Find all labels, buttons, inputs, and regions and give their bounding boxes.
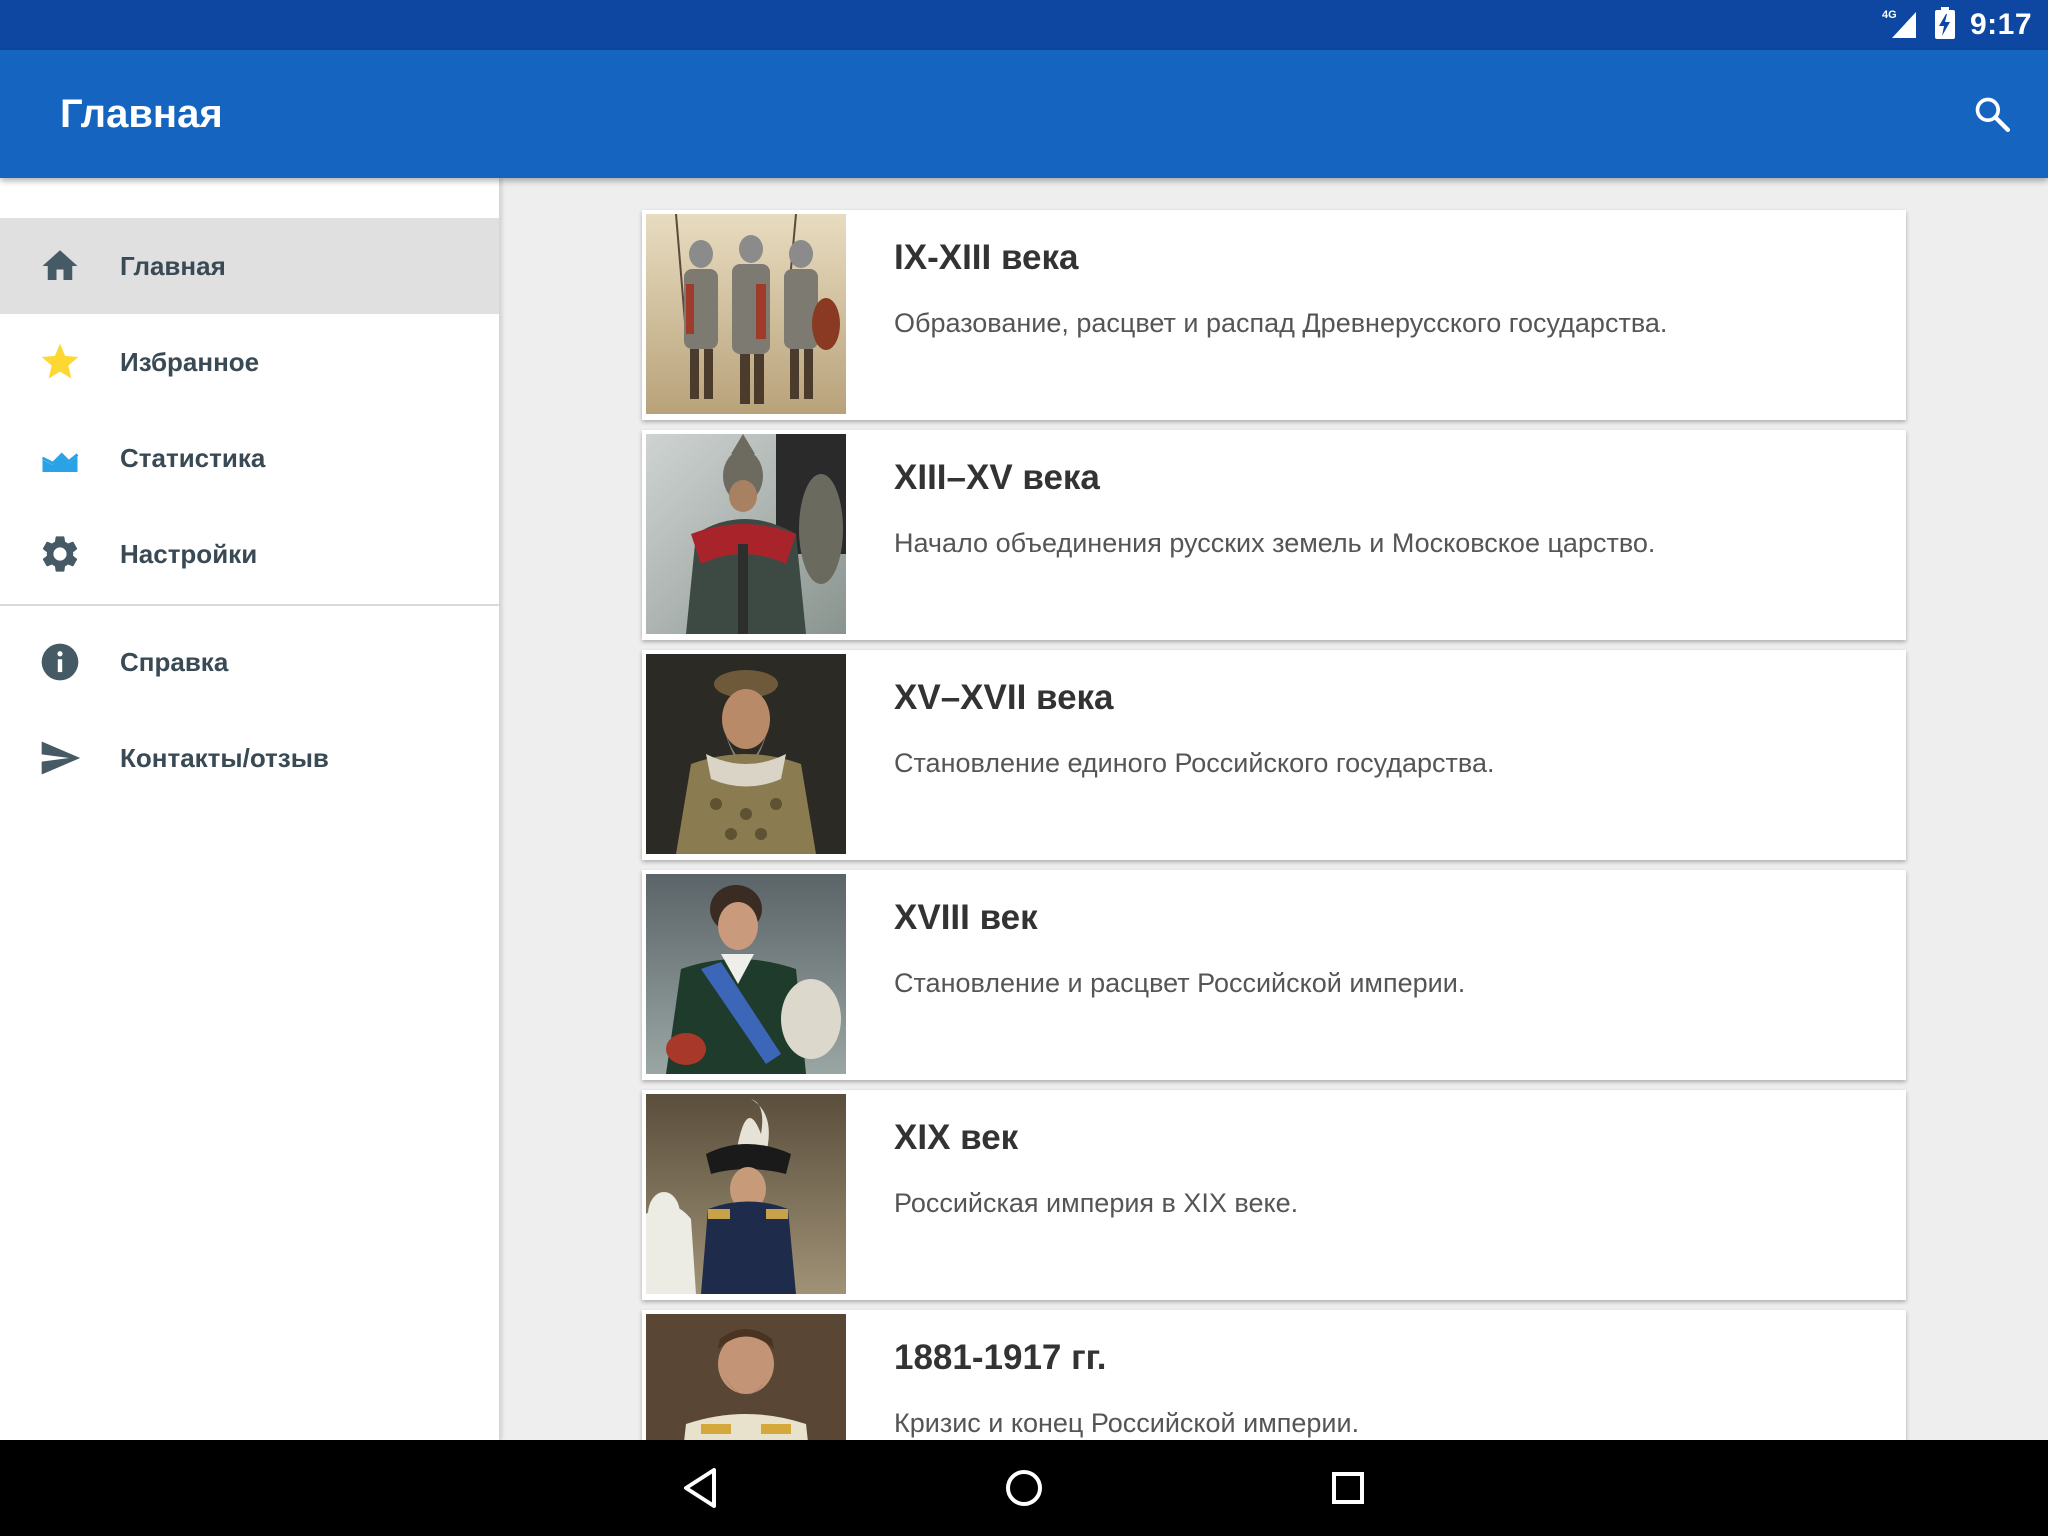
period-thumbnail-knight xyxy=(646,434,846,634)
drawer-item-help[interactable]: Справка xyxy=(0,614,499,710)
drawer-divider xyxy=(0,604,499,606)
period-description: Становление и расцвет Российской империи… xyxy=(894,968,1466,998)
period-card[interactable]: XVIII век Становление и расцвет Российск… xyxy=(642,870,1906,1080)
status-bar: 4G 9:17 xyxy=(0,0,2048,50)
home-icon xyxy=(30,236,90,296)
period-title: XIII–XV века xyxy=(894,458,1100,497)
page-title: Главная xyxy=(60,92,223,136)
period-description: Образование, расцвет и распад Древнерусс… xyxy=(894,308,1668,338)
drawer-item-statistics[interactable]: Статистика xyxy=(0,410,499,506)
search-button[interactable] xyxy=(1964,86,2020,142)
period-description: Начало объединения русских земель и Моск… xyxy=(894,528,1656,558)
drawer-item-label: Настройки xyxy=(120,538,258,569)
period-thumbnail-last-tsar xyxy=(646,1314,846,1440)
drawer-item-home[interactable]: Главная xyxy=(0,218,499,314)
period-description: Кризис и конец Российской империи. xyxy=(894,1408,1360,1438)
drawer-item-contacts[interactable]: Контакты/отзыв xyxy=(0,710,499,806)
drawer-item-label: Избранное xyxy=(120,346,260,377)
back-icon xyxy=(684,1468,716,1508)
period-title: IX-XIII века xyxy=(894,238,1079,277)
period-title: XV–XVII века xyxy=(894,678,1114,717)
recents-button[interactable] xyxy=(1316,1456,1380,1520)
drawer-item-label: Главная xyxy=(120,250,226,281)
home-button[interactable] xyxy=(992,1456,1056,1520)
period-card[interactable]: XIII–XV века Начало объединения русских … xyxy=(642,430,1906,640)
app-bar: Главная xyxy=(0,50,2048,178)
drawer-item-label: Справка xyxy=(120,646,229,677)
drawer-item-label: Статистика xyxy=(120,442,266,473)
send-icon xyxy=(30,728,90,788)
back-button[interactable] xyxy=(668,1456,732,1520)
period-list: IX-XIII века Образование, расцвет и расп… xyxy=(500,178,2048,1440)
period-title: XVIII век xyxy=(894,898,1038,937)
period-description: Российская империя в XIX веке. xyxy=(894,1188,1299,1218)
period-title: XIX век xyxy=(894,1118,1019,1157)
gear-icon xyxy=(30,524,90,584)
status-time: 9:17 xyxy=(1969,8,2032,41)
period-thumbnail-emperor xyxy=(646,874,846,1074)
period-thumbnail-warriors xyxy=(646,214,846,414)
navigation-drawer: Главная Избранное Статистика Настройки С… xyxy=(0,178,500,1440)
status-indicators: 4G 9:17 xyxy=(1880,0,2032,50)
period-card[interactable]: 1881-1917 гг. Кризис и конец Российской … xyxy=(642,1310,1906,1440)
drawer-item-favorites[interactable]: Избранное xyxy=(0,314,499,410)
period-description: Становление единого Российского государс… xyxy=(894,748,1495,778)
drawer-list: Главная Избранное Статистика Настройки С… xyxy=(0,218,499,806)
star-icon xyxy=(30,332,90,392)
drawer-item-settings[interactable]: Настройки xyxy=(0,506,499,602)
info-icon xyxy=(30,632,90,692)
battery-charging-icon xyxy=(1934,6,1956,45)
period-thumbnail-tsar xyxy=(646,654,846,854)
drawer-item-label: Контакты/отзыв xyxy=(120,742,329,773)
recents-icon xyxy=(1332,1472,1364,1504)
period-card[interactable]: IX-XIII века Образование, расцвет и расп… xyxy=(642,210,1906,420)
search-icon xyxy=(1975,97,2010,132)
chart-icon xyxy=(30,428,90,488)
period-card[interactable]: XV–XVII века Становление единого Российс… xyxy=(642,650,1906,860)
svg-text:4G: 4G xyxy=(1882,9,1897,21)
period-thumbnail-general xyxy=(646,1094,846,1294)
period-card[interactable]: XIX век Российская империя в XIX веке. xyxy=(642,1090,1906,1300)
system-nav-bar xyxy=(0,1440,2048,1536)
home-circle-icon xyxy=(1006,1470,1042,1506)
period-title: 1881-1917 гг. xyxy=(894,1338,1107,1377)
signal-4g-icon: 4G xyxy=(1880,6,1920,45)
